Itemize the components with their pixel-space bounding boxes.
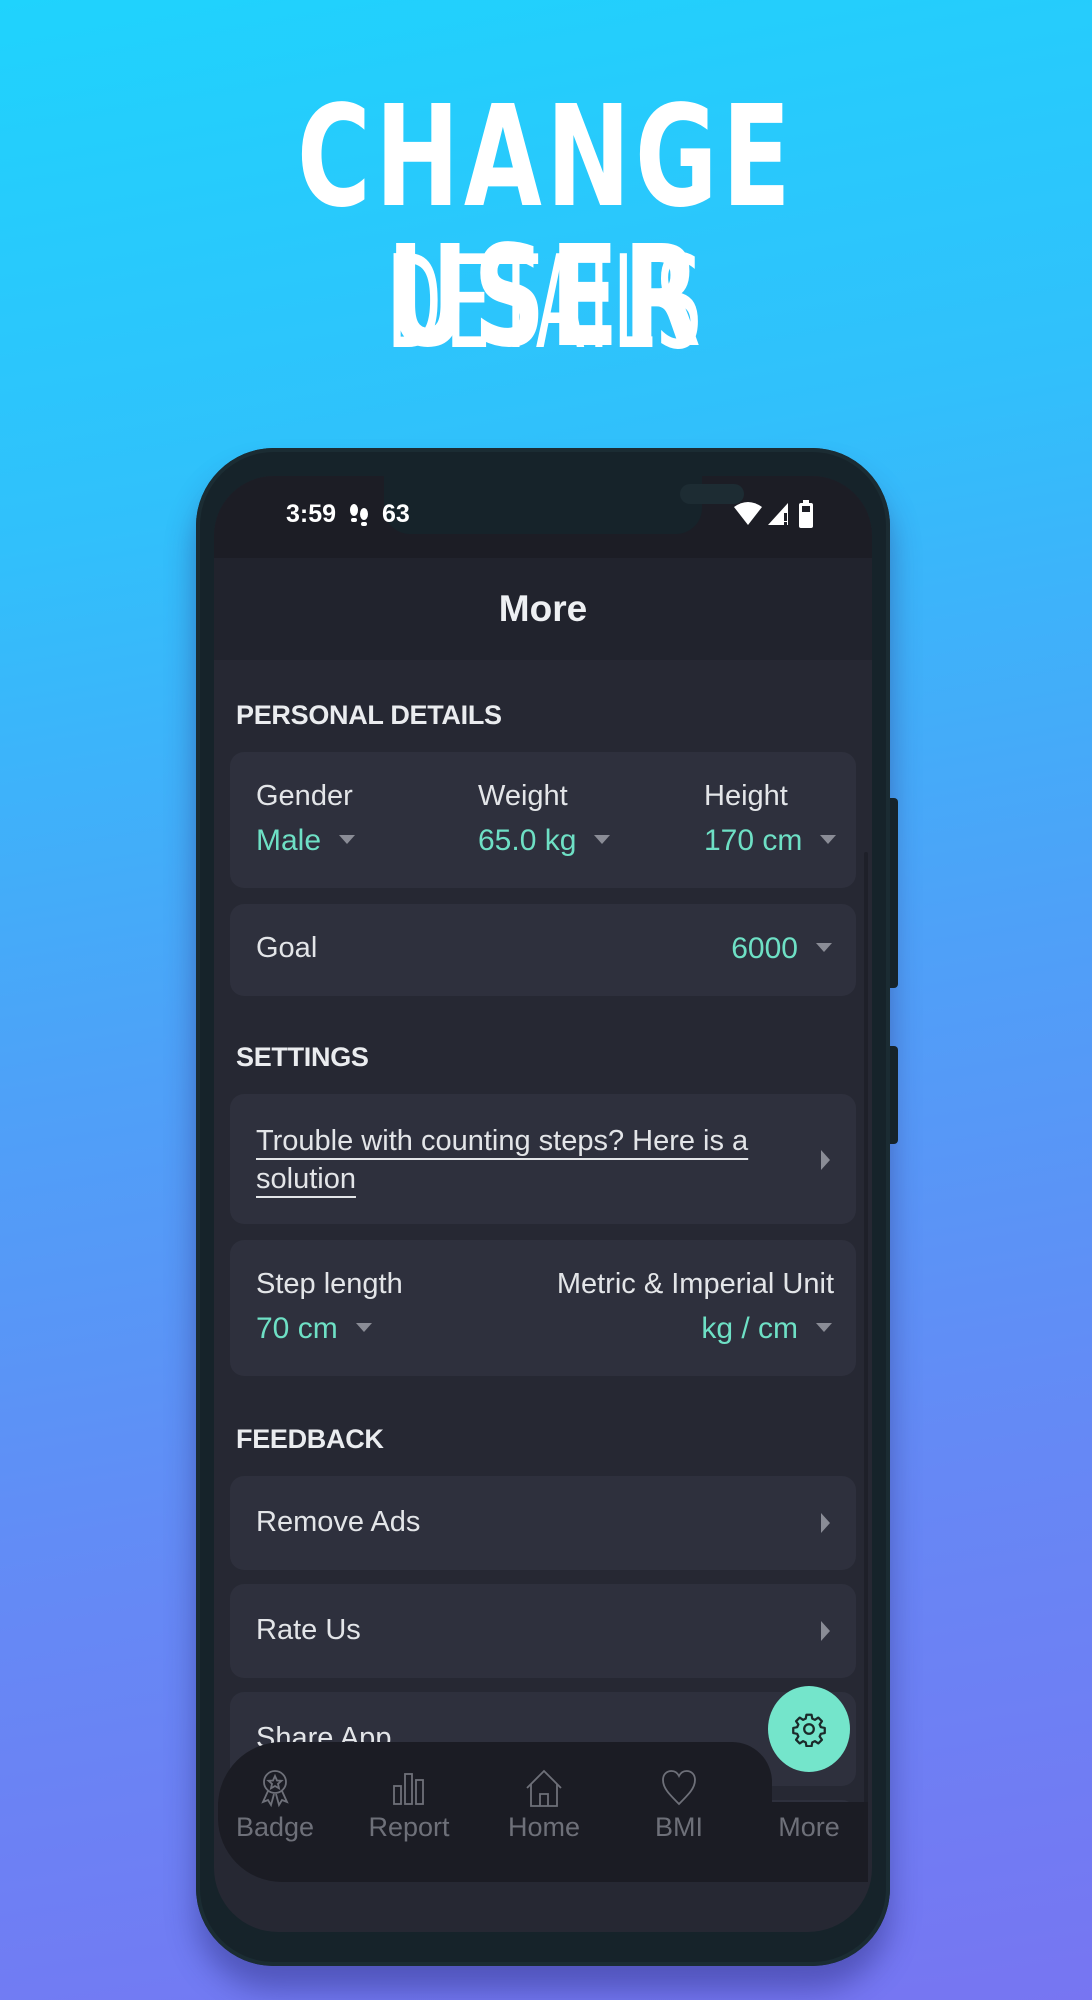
section-title-settings: SETTINGS	[236, 1042, 369, 1072]
weight-label: Weight	[478, 780, 568, 812]
unit-label: Metric & Imperial Unit	[556, 1268, 834, 1300]
step-length-value-text: 70 cm	[256, 1312, 338, 1345]
nav-label-badge: Badge	[235, 1812, 315, 1842]
camera-notch	[384, 476, 744, 534]
remove-ads-button[interactable]: Remove Ads	[230, 1476, 856, 1570]
remove-ads-label: Remove Ads	[256, 1506, 421, 1538]
wifi-icon	[734, 502, 762, 525]
chevron-right-icon	[821, 1513, 830, 1533]
chevron-right-icon	[821, 1621, 830, 1641]
step-counting-help-text: Trouble with counting steps? Here is a s…	[256, 1125, 749, 1195]
promo-headline-line2: DETAILS	[153, 240, 939, 368]
gender-value: Male	[256, 824, 356, 858]
rate-us-button[interactable]: Rate Us	[230, 1584, 856, 1678]
page-title: More	[498, 588, 588, 629]
step-unit-card: Step length 70 cm Metric & Imperial Unit…	[230, 1240, 856, 1376]
phone-screen: 3:59 63 More PERSONAL DETAILS Gender Mal…	[214, 476, 872, 1932]
unit-value: kg / cm	[701, 1312, 832, 1346]
nav-label-report: Report	[368, 1812, 450, 1842]
dropdown-caret-icon	[816, 1322, 832, 1332]
goal-label: Goal	[256, 932, 318, 964]
step-length-value: 70 cm	[256, 1312, 372, 1346]
gender-value-text: Male	[256, 824, 322, 857]
height-label: Height	[704, 780, 788, 812]
dropdown-caret-icon	[816, 942, 832, 952]
status-bar: 3:59 63	[214, 476, 872, 558]
weight-value-text: 65.0 kg	[478, 824, 577, 857]
status-notification-text: 63	[382, 500, 410, 528]
nav-item-more[interactable]: More	[754, 1812, 864, 1843]
weight-value: 65.0 kg	[478, 824, 611, 858]
step-length-label: Step length	[256, 1268, 403, 1300]
footsteps-icon	[350, 504, 368, 526]
gear-icon	[792, 1713, 826, 1747]
status-icons	[734, 500, 814, 528]
goal-selector[interactable]: Goal 6000	[230, 904, 856, 996]
nav-label-home: Home	[507, 1812, 581, 1842]
nav-item-bmi[interactable]: BMI	[624, 1768, 734, 1843]
nav-item-badge[interactable]: Badge	[220, 1768, 330, 1843]
nav-item-home[interactable]: Home	[489, 1768, 599, 1843]
dropdown-caret-icon	[820, 834, 837, 844]
nav-label-more: More	[778, 1812, 840, 1842]
goal-value: 6000	[731, 932, 832, 966]
bar-chart-icon	[393, 1773, 424, 1805]
home-icon	[526, 1769, 562, 1807]
badge-icon	[261, 1770, 289, 1808]
promo-headline-line2-text: DETAILS	[386, 229, 706, 378]
bottom-navigation: Badge Report Home BMI More	[214, 1686, 872, 1932]
height-value-text: 170 cm	[704, 824, 803, 857]
nav-label-bmi: BMI	[654, 1812, 703, 1842]
battery-icon	[799, 500, 813, 528]
status-time: 3:59	[286, 500, 337, 528]
volume-button	[890, 798, 898, 988]
scrollbar[interactable]	[864, 852, 868, 1872]
section-title-personal-details: PERSONAL DETAILS	[236, 700, 502, 730]
gender-label: Gender	[256, 780, 353, 812]
unit-value-text: kg / cm	[701, 1312, 798, 1345]
rate-us-label: Rate Us	[256, 1614, 361, 1646]
power-button	[890, 1046, 898, 1144]
step-counting-help-link[interactable]: Trouble with counting steps? Here is a s…	[230, 1094, 856, 1224]
goal-value-text: 6000	[731, 932, 798, 965]
nav-item-report[interactable]: Report	[354, 1768, 464, 1843]
cellular-signal-icon	[768, 503, 792, 525]
section-title-feedback: FEEDBACK	[236, 1424, 384, 1454]
heart-icon	[662, 1770, 696, 1806]
personal-details-card: Gender Male Weight 65.0 kg Height 170 cm	[230, 752, 856, 888]
phone-frame: 3:59 63 More PERSONAL DETAILS Gender Mal…	[196, 448, 898, 1966]
dropdown-caret-icon	[594, 834, 611, 844]
more-fab-button[interactable]	[768, 1686, 850, 1772]
height-value: 170 cm	[704, 824, 837, 858]
chevron-right-icon	[821, 1150, 830, 1170]
dropdown-caret-icon	[355, 1322, 372, 1332]
app-bar: More	[214, 558, 872, 660]
dropdown-caret-icon	[339, 834, 356, 844]
